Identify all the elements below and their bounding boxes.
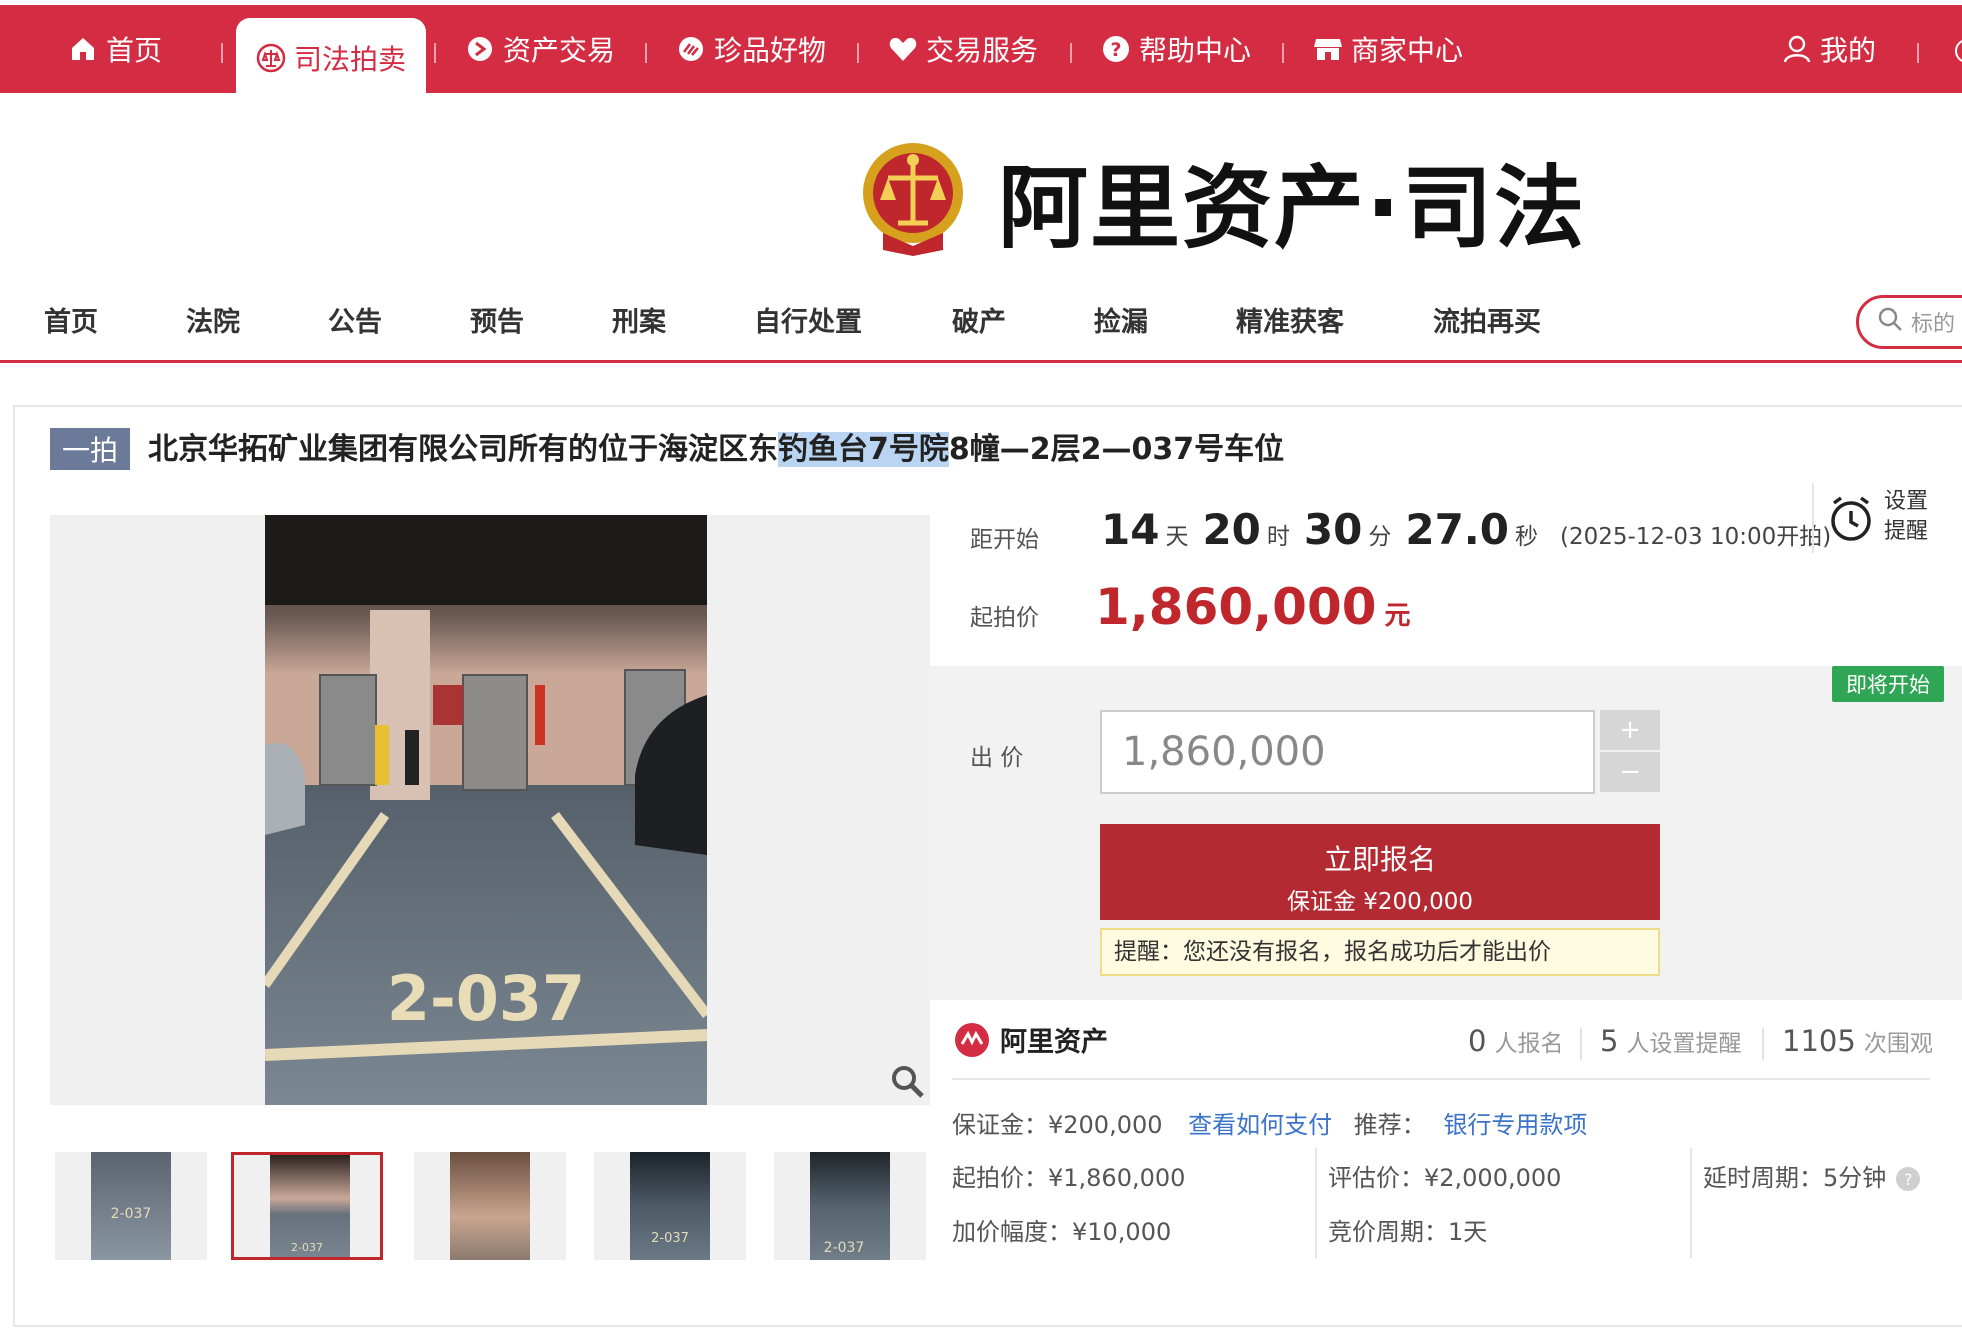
topnav-treasure[interactable]: 珍品好物 — [676, 5, 826, 93]
decrease-bid-button[interactable]: − — [1600, 752, 1660, 792]
divider — [1070, 43, 1072, 63]
zoom-icon[interactable] — [888, 1062, 928, 1102]
svg-text:?: ? — [1110, 39, 1121, 61]
starting-price-label: 起拍价 — [970, 605, 1039, 631]
delay-period: 延时周期：5分钟? — [1703, 1158, 1921, 1193]
topnav-help-center[interactable]: ? 帮助中心 — [1101, 5, 1251, 93]
registration-reminder: 提醒：您还没有报名，报名成功后才能出价 — [1100, 928, 1660, 976]
subnav-preview[interactable]: 预告 — [470, 300, 524, 339]
user-icon — [1782, 34, 1812, 64]
bid-increment: 加价幅度：¥10,000 — [952, 1218, 1172, 1246]
bid-label: 出 价 — [970, 745, 1024, 771]
help-icon: ? — [1101, 34, 1131, 64]
set-reminder-button[interactable]: 设置 提醒 — [1812, 483, 1934, 553]
divider — [1917, 43, 1919, 63]
appraisal-price: 评估价：¥2,000,000 — [1328, 1164, 1562, 1192]
cut-off-icon[interactable] — [1955, 39, 1962, 63]
status-badge: 即将开始 — [1832, 666, 1944, 702]
photo-thumbnail[interactable]: 2-037 — [774, 1152, 926, 1260]
subnav-bargain[interactable]: 捡漏 — [1094, 300, 1148, 339]
topnav-help-label: 帮助中心 — [1139, 34, 1252, 67]
main-photo-area[interactable]: 2-037 — [50, 515, 930, 1105]
svg-text:2-037: 2-037 — [824, 1240, 865, 1256]
parking-space-photo[interactable]: 2-037 — [265, 515, 707, 1105]
divider — [434, 43, 436, 63]
deposit-info: 保证金：¥200,000 查看如何支付 推荐： 银行专用款项 — [952, 1111, 1588, 1139]
bid-amount-input[interactable]: 1,860,000 — [1100, 710, 1595, 794]
topnav-treasure-label: 珍品好物 — [714, 34, 827, 67]
subnav-court[interactable]: 法院 — [186, 300, 240, 339]
parking-number-text: 2-037 — [387, 962, 585, 1035]
auction-round-badge: 一拍 — [50, 428, 130, 470]
treasure-icon — [676, 34, 706, 64]
heart-icon — [888, 34, 918, 64]
home-icon — [68, 34, 98, 64]
signup-count: 0 人报名 — [1468, 1024, 1564, 1058]
subnav-failed-rebuy[interactable]: 流拍再买 — [1433, 300, 1541, 339]
search-placeholder: 标的 — [1911, 312, 1956, 337]
topnav-asset-trade[interactable]: 资产交易 — [465, 5, 615, 93]
site-logo[interactable]: 阿里资产·司法 — [858, 135, 1586, 265]
search-input[interactable]: 标的 — [1856, 295, 1962, 349]
divider — [645, 43, 647, 63]
topnav-home[interactable]: 首页 — [68, 5, 162, 93]
topnav-mine-label: 我的 — [1820, 34, 1877, 67]
court-emblem-icon — [256, 43, 286, 73]
divider — [857, 43, 859, 63]
photo-thumbnail-selected[interactable]: 2-037 — [231, 1152, 383, 1260]
how-to-pay-link[interactable]: 查看如何支付 — [1188, 1111, 1332, 1139]
subnav-home[interactable]: 首页 — [44, 300, 98, 339]
divider — [1580, 1028, 1582, 1060]
top-nav-bar: 首页 司法拍卖 资产交易 珍品好物 交易服务 ? 帮助中心 商家中心 我的 — [0, 5, 1962, 98]
svg-text:2-037: 2-037 — [111, 1206, 152, 1222]
subnav-announcement[interactable]: 公告 — [328, 300, 382, 339]
topnav-mine[interactable]: 我的 — [1782, 5, 1876, 93]
svg-text:2-037: 2-037 — [651, 1231, 689, 1246]
alarm-clock-icon — [1826, 493, 1876, 547]
auction-start-time: (2025-12-03 10:00开拍) — [1560, 524, 1832, 550]
countdown-label: 距开始 — [970, 527, 1039, 553]
asset-icon — [465, 34, 495, 64]
svg-text:2-037: 2-037 — [291, 1241, 323, 1254]
topnav-trade-service[interactable]: 交易服务 — [888, 5, 1038, 93]
subnav-bankruptcy[interactable]: 破产 — [952, 300, 1006, 339]
view-count: 1105 次围观 — [1782, 1024, 1933, 1058]
increase-bid-button[interactable]: + — [1600, 710, 1660, 750]
topnav-merchant-center[interactable]: 商家中心 — [1313, 5, 1463, 93]
divider — [952, 1078, 1930, 1080]
bidding-period: 竞价周期：1天 — [1328, 1218, 1488, 1246]
ali-assets-icon — [955, 1022, 989, 1057]
brand-title: 阿里资产·司法 — [998, 156, 1587, 261]
starting-price: 1,860,000 元 — [1095, 578, 1411, 636]
help-question-icon[interactable]: ? — [1896, 1167, 1921, 1191]
divider — [1282, 43, 1284, 63]
photo-thumbnail[interactable] — [414, 1152, 566, 1260]
topnav-asset-label: 资产交易 — [503, 34, 616, 67]
item-title: 北京华拓矿业集团有限公司所有的位于海淀区东钓鱼台7号院8幢—2层2—037号车位 — [148, 432, 1285, 467]
bank-payment-link[interactable]: 银行专用款项 — [1443, 1111, 1587, 1139]
subnav-self-disposal[interactable]: 自行处置 — [754, 300, 862, 339]
start-price-detail: 起拍价：¥1,860,000 — [952, 1164, 1186, 1192]
court-emblem-logo-icon — [858, 138, 968, 262]
search-icon — [1877, 306, 1903, 338]
subnav-criminal[interactable]: 刑案 — [612, 300, 666, 339]
subnav-underline — [0, 360, 1962, 363]
photo-thumbnail[interactable]: 2-037 — [594, 1152, 746, 1260]
subnav-precise-customers[interactable]: 精准获客 — [1236, 300, 1344, 339]
photo-thumbnail[interactable]: 2-037 — [55, 1152, 207, 1260]
topnav-service-label: 交易服务 — [926, 34, 1039, 67]
topnav-home-label: 首页 — [106, 34, 163, 67]
divider — [221, 43, 223, 63]
topnav-judicial-auction[interactable]: 司法拍卖 — [236, 18, 427, 98]
store-icon — [1313, 34, 1343, 64]
register-now-button[interactable]: 立即报名 保证金 ¥200,000 — [1100, 824, 1660, 920]
divider — [1315, 1148, 1317, 1258]
countdown-timer: 14 天 20 时 30 分 27.0 秒 (2025-12-03 10:00开拍) — [1101, 505, 1832, 554]
ali-assets-logo[interactable]: 阿里资产 — [954, 1020, 1108, 1059]
topnav-merchant-label: 商家中心 — [1351, 34, 1464, 67]
reminder-count: 5 人设置提醒 — [1600, 1024, 1742, 1058]
divider — [1762, 1028, 1764, 1060]
divider — [1690, 1148, 1692, 1258]
topnav-judicial-label: 司法拍卖 — [294, 43, 407, 76]
